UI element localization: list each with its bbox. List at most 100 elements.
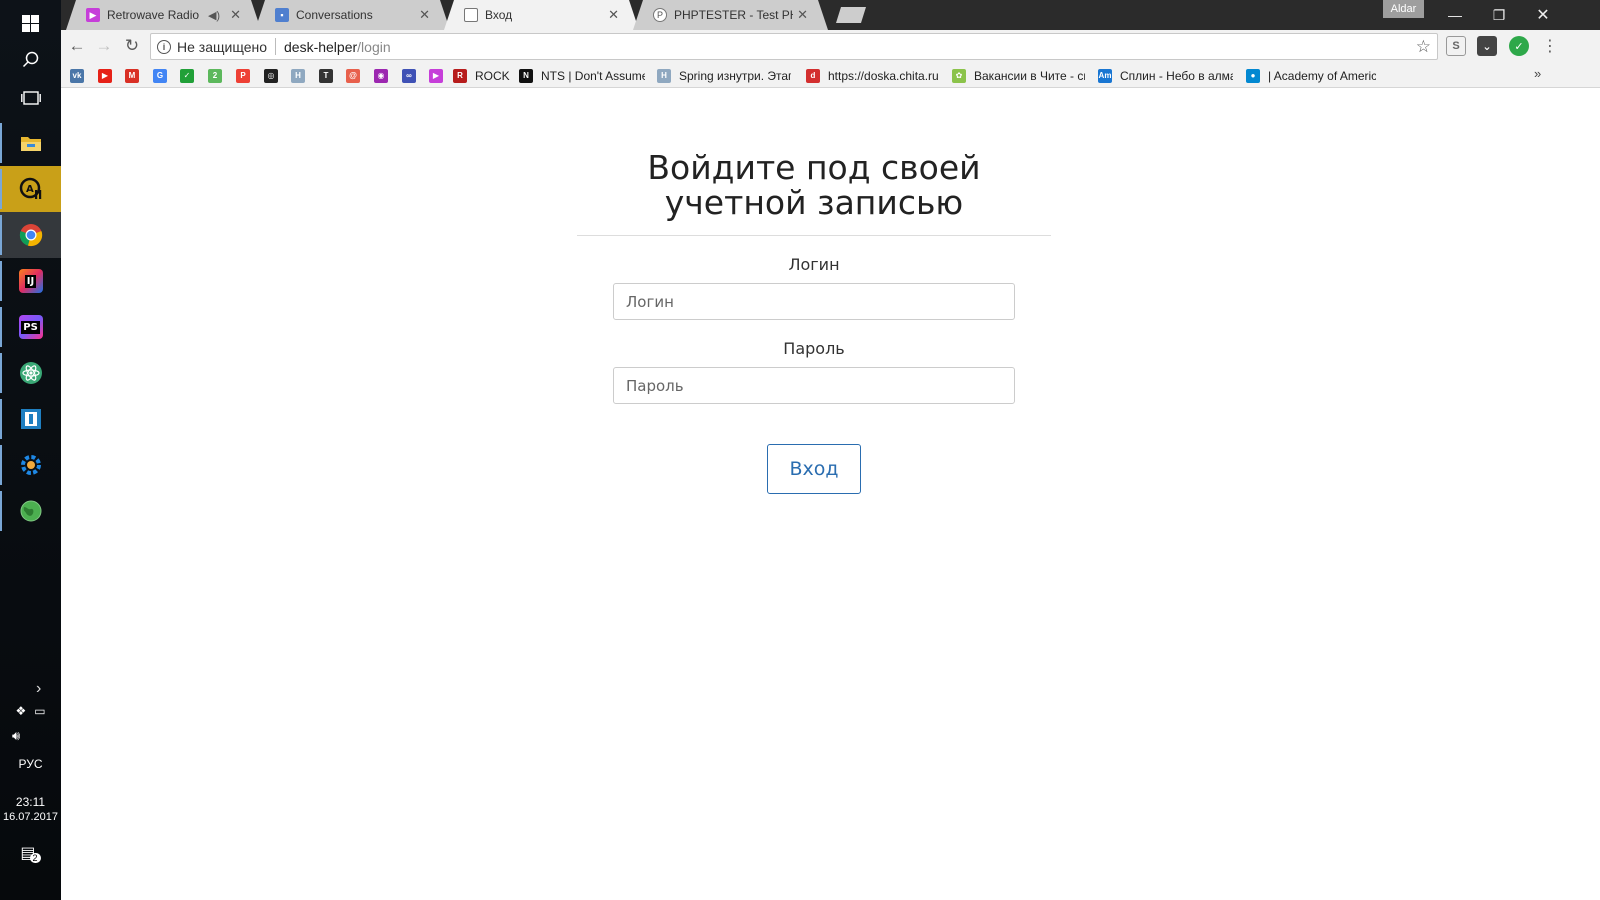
taskbar-app-phpstorm[interactable]: PS xyxy=(0,304,61,350)
tab-close-icon[interactable]: ✕ xyxy=(230,7,241,23)
bookmark-item[interactable]: Am Сплин - Небо в алма xyxy=(1098,66,1233,85)
taskbar-app-file-explorer[interactable] xyxy=(0,120,61,166)
new-tab-button[interactable] xyxy=(836,7,866,23)
info-icon[interactable]: i xyxy=(157,39,171,54)
bookmark-favicon-icon: ∞ xyxy=(402,68,416,83)
bookmark-item[interactable]: @ xyxy=(346,66,362,85)
login-input[interactable] xyxy=(613,283,1015,320)
close-window-button[interactable]: ✕ xyxy=(1521,0,1565,30)
bookmark-favicon-icon: N xyxy=(519,68,533,83)
bookmark-label: https://doska.chita.ru xyxy=(828,68,939,83)
bookmark-item[interactable]: H xyxy=(291,66,307,85)
taskbar-app-intellij-idea[interactable]: IJ xyxy=(0,258,61,304)
taskbar-app-settings[interactable] xyxy=(0,442,61,488)
bookmark-favicon-icon: H xyxy=(657,68,671,83)
bookmark-item[interactable]: d https://doska.chita.ru xyxy=(806,66,939,85)
bookmark-item[interactable]: vk xyxy=(70,66,86,85)
network-icon[interactable]: ▭ xyxy=(34,704,45,718)
tab-retrowave-radio[interactable]: ▶ Retrowave Radio ◀) ✕ xyxy=(66,0,261,30)
address-bar[interactable]: i Не защищено desk-helper/login ☆ xyxy=(150,33,1438,60)
bookmark-item[interactable]: ● | Academy of America xyxy=(1246,66,1376,85)
bookmark-item[interactable]: ▶ xyxy=(429,66,445,85)
bookmark-item[interactable]: ◎ xyxy=(264,66,280,85)
tab-title: Conversations xyxy=(296,8,373,22)
tray-overflow-chevron-icon[interactable]: › xyxy=(36,680,41,698)
bookmark-item[interactable]: 2 xyxy=(208,66,224,85)
tab-conversations[interactable]: ▪ Conversations ✕ xyxy=(255,0,450,30)
taskbar-app-globe[interactable] xyxy=(0,488,61,534)
taskbar-app-chrome[interactable] xyxy=(0,212,61,258)
bookmark-favicon-icon: vk xyxy=(70,68,84,83)
tab-close-icon[interactable]: ✕ xyxy=(608,7,619,23)
bookmark-star-icon[interactable]: ☆ xyxy=(1416,37,1431,57)
bookmark-item[interactable]: ∞ xyxy=(402,66,418,85)
clock-time[interactable]: 23:11 xyxy=(0,795,61,809)
taskbar-app-sourcetree[interactable] xyxy=(0,396,61,442)
dropbox-icon[interactable]: ❖ xyxy=(15,704,26,718)
folder-icon xyxy=(20,137,41,151)
action-center-button[interactable]: ▤2 xyxy=(0,843,61,863)
bookmark-item[interactable]: ◉ xyxy=(374,66,390,85)
reload-icon: ↻ xyxy=(124,36,140,55)
url-path[interactable]: /login xyxy=(357,39,390,55)
forward-button[interactable]: → xyxy=(92,34,116,58)
bookmark-item[interactable]: G xyxy=(153,66,169,85)
page-content: Войдите под своей учетной записью Логин … xyxy=(61,89,1600,900)
bookmark-item[interactable]: ✓ xyxy=(180,66,196,85)
login-submit-button[interactable]: Вход xyxy=(767,444,861,494)
tab-phptester[interactable]: P PHPTESTER - Test PHP co ✕ xyxy=(633,0,828,30)
tab-login[interactable]: Вход ✕ xyxy=(444,0,639,30)
bookmark-item[interactable]: ▶ xyxy=(98,66,114,85)
back-button[interactable]: ← xyxy=(65,34,89,58)
security-status[interactable]: Не защищено xyxy=(177,39,267,55)
bookmark-item[interactable]: H Spring изнутри. Этап xyxy=(657,66,791,85)
reload-button[interactable]: ↻ xyxy=(120,34,144,58)
tab-close-icon[interactable]: ✕ xyxy=(797,7,808,23)
bookmark-favicon-icon: d xyxy=(806,68,820,83)
bookmarks-bar: vk ▶ M G ✓ 2 P ◎ H T @ ◉ ∞ ▶ R ROCK N NTS | Don't Assume H… xyxy=(61,63,1600,88)
task-view-button[interactable] xyxy=(0,75,61,121)
bookmark-favicon-icon: M xyxy=(125,68,139,83)
bookmark-item[interactable]: R ROCK xyxy=(453,66,511,85)
taskbar-app-audio-player[interactable]: A xyxy=(0,166,61,212)
globe-icon xyxy=(20,500,41,522)
url-host[interactable]: desk-helper xyxy=(284,39,357,55)
conversations-favicon-icon: ▪ xyxy=(275,8,289,22)
tab-title: Retrowave Radio xyxy=(107,8,200,22)
intellij-idea-icon: IJ xyxy=(18,269,43,293)
bookmarks-overflow-chevron-icon[interactable]: » xyxy=(1534,66,1541,81)
pocket-icon[interactable]: ⌄ xyxy=(1477,36,1497,56)
bookmark-item[interactable]: P xyxy=(236,66,252,85)
tab-audio-icon[interactable]: ◀) xyxy=(208,9,220,22)
bookmark-favicon-icon: ◉ xyxy=(374,68,388,83)
task-view-icon xyxy=(20,91,41,105)
volume-icon[interactable]: 🔊︎ xyxy=(0,728,61,744)
windows-logo-icon xyxy=(22,14,39,32)
bookmark-favicon-icon: ▶ xyxy=(429,68,443,83)
bookmark-label: Вакансии в Чите - св xyxy=(974,68,1085,83)
browser-window: ▶ Retrowave Radio ◀) ✕ ▪ Conversations ✕… xyxy=(61,0,1600,900)
bookmark-item[interactable]: T xyxy=(319,66,335,85)
bookmark-item[interactable]: ✿ Вакансии в Чите - св xyxy=(952,66,1085,85)
audio-player-icon: A xyxy=(19,177,41,199)
clock-date[interactable]: 16.07.2017 xyxy=(0,811,61,823)
chrome-menu-button[interactable]: ⋮ xyxy=(1538,34,1562,58)
close-icon: ✕ xyxy=(1536,7,1550,24)
bookmark-label: | Academy of America xyxy=(1268,68,1376,83)
bookmark-favicon-icon: Am xyxy=(1098,68,1112,83)
taskbar-app-atom[interactable] xyxy=(0,350,61,396)
browser-toolbar: ← → ↻ i Не защищено desk-helper/login ☆ … xyxy=(61,30,1600,63)
password-input[interactable] xyxy=(613,367,1015,404)
minimize-button[interactable]: — xyxy=(1433,0,1477,30)
bookmark-item[interactable]: M xyxy=(125,66,141,85)
shield-icon[interactable]: ✓ xyxy=(1509,36,1529,56)
profile-button[interactable]: Aldar xyxy=(1383,0,1424,18)
restore-button[interactable]: ❐ xyxy=(1477,0,1521,30)
password-label: Пароль xyxy=(783,339,845,358)
extension-s-icon[interactable]: S xyxy=(1446,36,1466,56)
search-icon xyxy=(22,51,38,68)
bookmark-item[interactable]: N NTS | Don't Assume xyxy=(519,66,645,85)
system-tray-icons: ❖ ▭ xyxy=(0,704,61,718)
tab-close-icon[interactable]: ✕ xyxy=(419,7,430,23)
input-language-indicator[interactable]: РУС xyxy=(0,757,61,771)
